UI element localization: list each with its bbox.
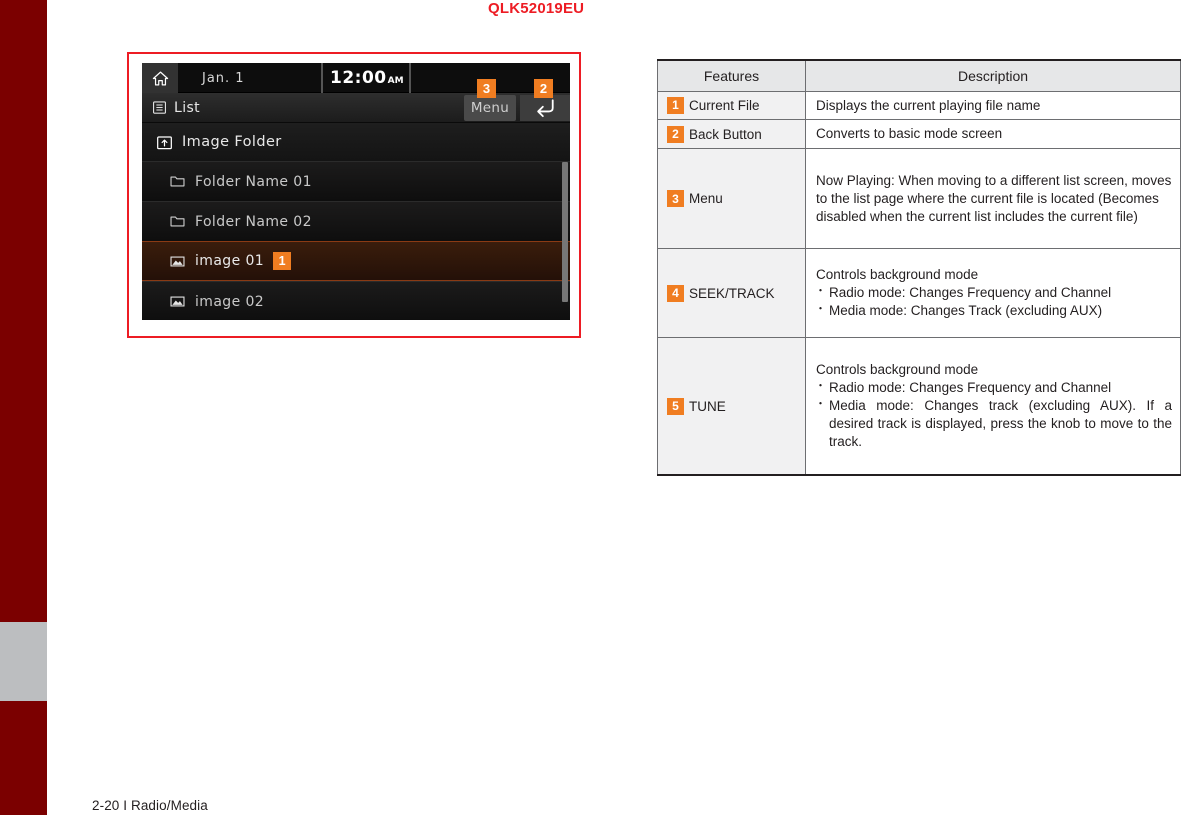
table-row: 4 SEEK/TRACK Controls background mode Ra…: [657, 248, 1181, 339]
callout-badge-3: 3: [477, 79, 496, 98]
page-root: QLK52019EU 2-20 I Radio/Media Jan. 1 12:…: [0, 0, 1181, 815]
table-row: 5 TUNE Controls background mode Radio mo…: [657, 337, 1181, 476]
description-bullets: Radio mode: Changes Frequency and Channe…: [815, 284, 1172, 320]
feature-label: SEEK/TRACK: [689, 285, 775, 301]
list-scrollbar[interactable]: [562, 162, 568, 302]
folder-header-label: Image Folder: [182, 134, 282, 150]
folder-icon: [170, 216, 185, 227]
description-bullets: Radio mode: Changes Frequency and Channe…: [815, 379, 1172, 451]
description-bullet: Radio mode: Changes Frequency and Channe…: [815, 379, 1172, 397]
title-bar-label: List: [174, 100, 201, 116]
table-cell-feature: 3 Menu: [657, 148, 806, 250]
description-bullet: Media mode: Changes track (excluding AUX…: [815, 397, 1172, 451]
folder-up-icon: [157, 135, 172, 149]
figure-frame: Jan. 1 12:00 AM List Menu 3 2 Image Fold…: [127, 52, 581, 338]
description-lead: Controls background mode: [816, 267, 979, 283]
features-table: Features Description 1 Current File Disp…: [657, 59, 1181, 476]
table-cell-feature: 1 Current File: [657, 90, 806, 121]
table-cell-description: Converts to basic mode screen: [805, 119, 1181, 150]
list-item[interactable]: image 02: [142, 281, 570, 320]
page-spine-tab: [0, 622, 47, 701]
description-bullet: Radio mode: Changes Frequency and Channe…: [815, 284, 1172, 302]
folder-icon: [170, 176, 185, 187]
list-item-selected[interactable]: image 01 1: [142, 241, 570, 281]
image-icon: [170, 296, 185, 307]
description-bullet: Media mode: Changes Track (excluding AUX…: [815, 302, 1172, 320]
list-item[interactable]: Folder Name 02: [142, 201, 570, 241]
file-list: Folder Name 01 Folder Name 02 image 01 1: [142, 161, 570, 320]
home-button[interactable]: [142, 63, 178, 93]
table-cell-feature: 4 SEEK/TRACK: [657, 248, 806, 339]
callout-badge-2: 2: [534, 79, 553, 98]
status-time: 12:00: [330, 68, 387, 88]
description-lead: Controls background mode: [816, 362, 979, 378]
table-cell-description: Displays the current playing file name: [805, 90, 1181, 121]
row-badge: 3: [667, 190, 684, 208]
list-item-label: Folder Name 02: [195, 213, 312, 230]
home-icon: [152, 71, 168, 85]
row-badge: 2: [667, 125, 684, 143]
folder-header[interactable]: Image Folder: [142, 123, 570, 161]
row-badge: 4: [667, 284, 684, 302]
status-meridiem: AM: [387, 76, 404, 86]
table-cell-description: Controls background mode Radio mode: Cha…: [805, 337, 1181, 476]
table-row: 3 Menu Now Playing: When moving to a dif…: [657, 148, 1181, 250]
list-item[interactable]: Folder Name 01: [142, 161, 570, 201]
row-badge: 5: [667, 397, 684, 415]
status-date: Jan. 1: [202, 70, 245, 86]
back-arrow-icon: [537, 99, 554, 118]
description-lead: Converts to basic mode screen: [816, 126, 1003, 142]
description-lead: Displays the current playing file name: [816, 97, 1041, 113]
row-badge: 1: [667, 96, 684, 114]
title-bar: List Menu: [142, 93, 570, 123]
list-item-label: Folder Name 01: [195, 173, 312, 190]
image-icon: [170, 256, 185, 266]
feature-label: TUNE: [689, 398, 726, 414]
table-cell-feature: 2 Back Button: [657, 119, 806, 150]
table-header-features: Features: [657, 59, 806, 92]
menu-button[interactable]: Menu: [464, 95, 516, 121]
table-cell-feature: 5 TUNE: [657, 337, 806, 476]
document-code: QLK52019EU: [488, 0, 585, 17]
description-lead: Now Playing: When moving to a different …: [816, 172, 1172, 224]
feature-label: Menu: [689, 191, 723, 207]
table-cell-description: Controls background mode Radio mode: Cha…: [805, 248, 1181, 339]
table-cell-description: Now Playing: When moving to a different …: [805, 148, 1181, 250]
table-header-description: Description: [805, 59, 1181, 92]
list-item-label: image 01: [195, 253, 265, 269]
table-row: 2 Back Button Converts to basic mode scr…: [657, 119, 1181, 150]
table-header-row: Features Description: [657, 59, 1181, 92]
feature-label: Back Button: [689, 126, 762, 142]
table-row: 1 Current File Displays the current play…: [657, 90, 1181, 121]
status-clock: 12:00 AM: [321, 63, 411, 93]
list-icon: [153, 101, 166, 114]
device-screen: Jan. 1 12:00 AM List Menu 3 2 Image Fold…: [142, 63, 570, 320]
feature-label: Current File: [689, 97, 760, 113]
page-footer: 2-20 I Radio/Media: [92, 798, 208, 813]
status-bar: Jan. 1 12:00 AM: [142, 63, 570, 93]
callout-badge-1: 1: [273, 252, 292, 270]
back-button[interactable]: [520, 95, 570, 121]
list-item-label: image 02: [195, 293, 265, 310]
